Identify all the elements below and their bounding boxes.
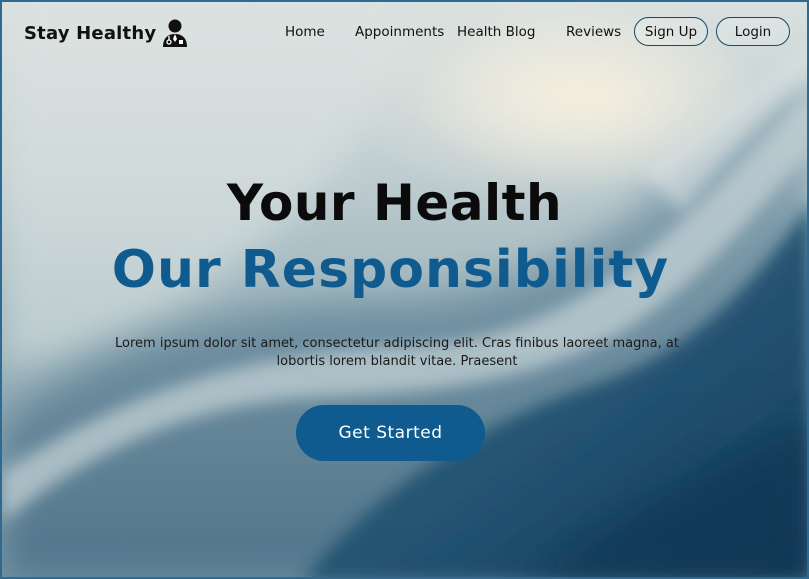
login-button[interactable]: Login (716, 17, 790, 46)
landing-page: Stay Healthy Home Appoinments Health Blo… (0, 0, 809, 579)
nav-link-appointments[interactable]: Appoinments (355, 24, 444, 40)
sign-up-button[interactable]: Sign Up (634, 17, 708, 46)
nav-link-health-blog[interactable]: Health Blog (457, 24, 535, 40)
brand-logo[interactable]: Stay Healthy (24, 18, 188, 48)
hero-title-line2: Our Responsibility (111, 240, 670, 300)
brand-name: Stay Healthy (24, 22, 157, 44)
get-started-button[interactable]: Get Started (296, 405, 485, 461)
nav-link-home[interactable]: Home (285, 24, 325, 40)
nav-link-reviews[interactable]: Reviews (566, 24, 621, 40)
hero-title-line1: Your Health (226, 174, 563, 232)
navbar: Stay Healthy Home Appoinments Health Blo… (2, 2, 807, 64)
hero-description: Lorem ipsum dolor sit amet, consectetur … (115, 336, 679, 369)
doctor-icon (162, 18, 188, 48)
